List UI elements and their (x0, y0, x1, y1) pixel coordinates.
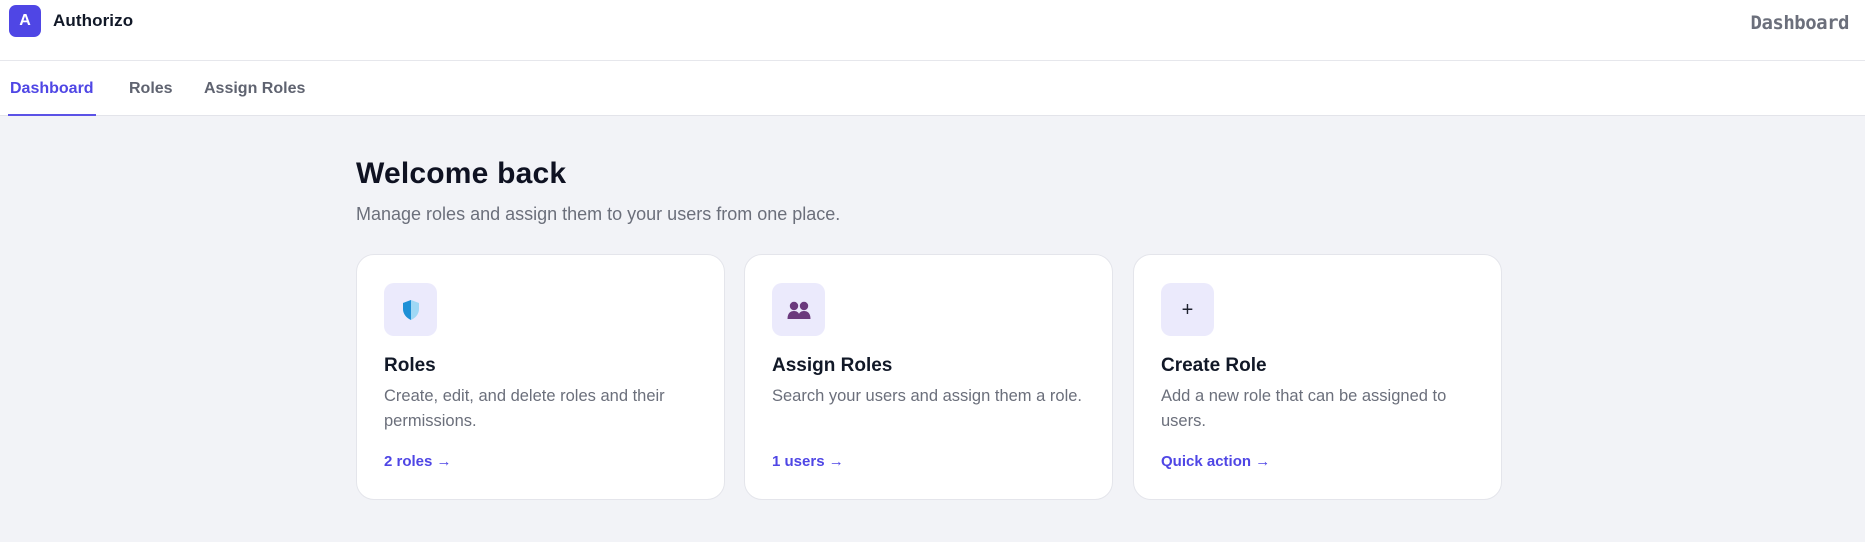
welcome-subtitle: Manage roles and assign them to your use… (356, 204, 841, 224)
users-icon (772, 283, 825, 336)
card-create-role[interactable]: + Create Role Add a new role that can be… (1133, 254, 1502, 500)
card-title: Create Role (1161, 355, 1267, 376)
page-title: Dashboard (1750, 12, 1850, 34)
card-link[interactable]: 1 users → (772, 453, 844, 470)
card-roles[interactable]: Roles Create, edit, and delete roles and… (356, 254, 725, 500)
welcome-title: Welcome back (356, 157, 567, 190)
tab-assign-roles[interactable]: Assign Roles (204, 61, 305, 116)
card-description: Create, edit, and delete roles and their… (384, 387, 665, 430)
tab-roles[interactable]: Roles (129, 61, 173, 116)
card-link[interactable]: Quick action → (1161, 453, 1270, 470)
card-description: Add a new role that can be assigned to u… (1161, 387, 1447, 430)
card-link[interactable]: 2 roles → (384, 453, 452, 470)
brand-name: Authorizo (53, 11, 134, 30)
card-assign-roles[interactable]: Assign Roles Search your users and assig… (744, 254, 1113, 500)
card-title: Roles (384, 355, 436, 376)
shield-icon (384, 283, 437, 336)
tab-dashboard[interactable]: Dashboard (8, 61, 96, 116)
brand-logo: A (9, 5, 41, 37)
card-description: Search your users and assign them a role… (772, 387, 1082, 405)
tab-bar: Dashboard Roles Assign Roles (0, 61, 1865, 116)
card-title: Assign Roles (772, 355, 893, 376)
top-bar: A Authorizo Dashboard (0, 0, 1865, 61)
brand[interactable]: A Authorizo (9, 5, 133, 37)
plus-icon: + (1161, 283, 1214, 336)
